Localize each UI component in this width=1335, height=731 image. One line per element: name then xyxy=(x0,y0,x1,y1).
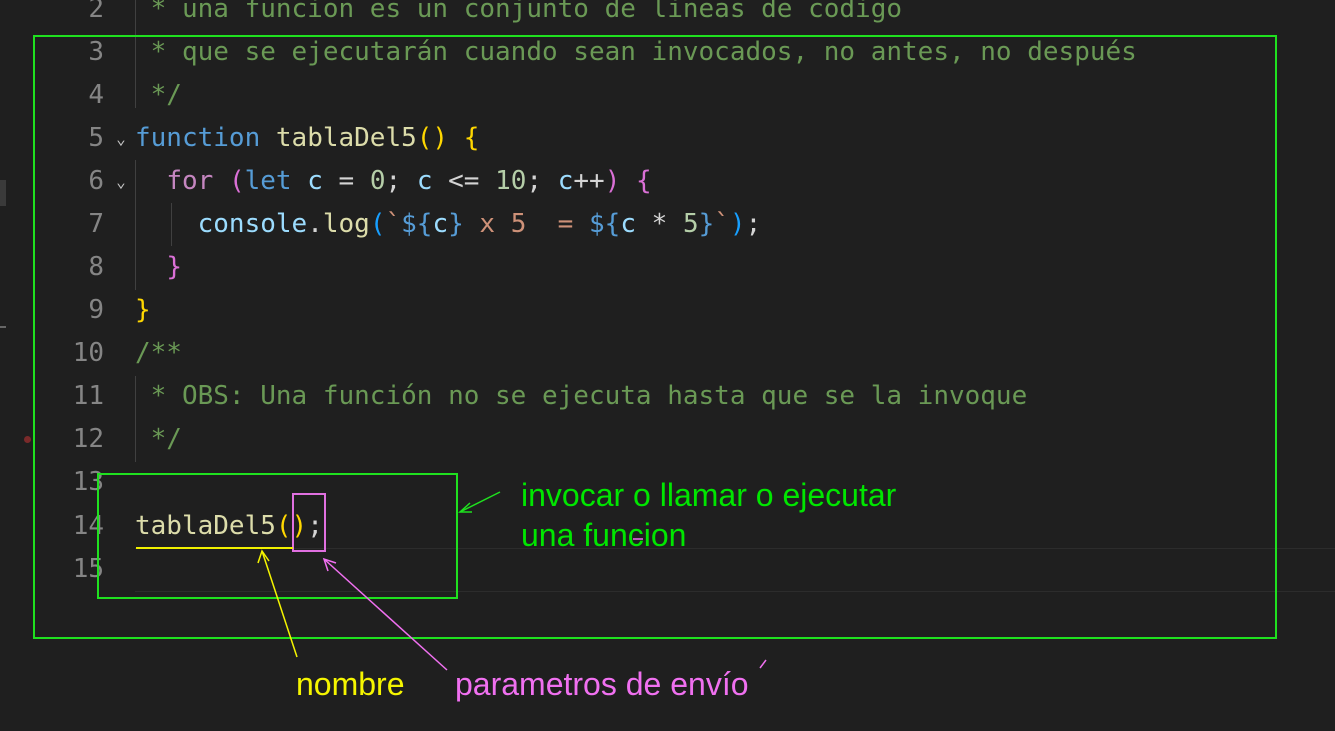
annotation-invoke-line-2: una funcion xyxy=(521,517,687,553)
line-number: 2 xyxy=(88,0,104,24)
code-line: 2 * una funcion es un conjunto de lineas… xyxy=(0,0,1335,31)
annotation-call-box xyxy=(97,473,458,599)
annotation-invoke-line-1: invocar o llamar o ejecutar xyxy=(521,477,897,513)
annotation-name-underline xyxy=(136,547,293,549)
annotation-nombre-text: nombre xyxy=(296,666,405,702)
accent-stroke xyxy=(759,659,767,669)
comment-text: * una funcion es un conjunto de lineas d… xyxy=(135,0,903,24)
annotation-invoke-text: invocar o llamar o ejecutar una funcion xyxy=(521,475,896,555)
annotation-params-text: parametros de envío xyxy=(455,666,749,702)
annotation-paren-box xyxy=(292,493,326,552)
